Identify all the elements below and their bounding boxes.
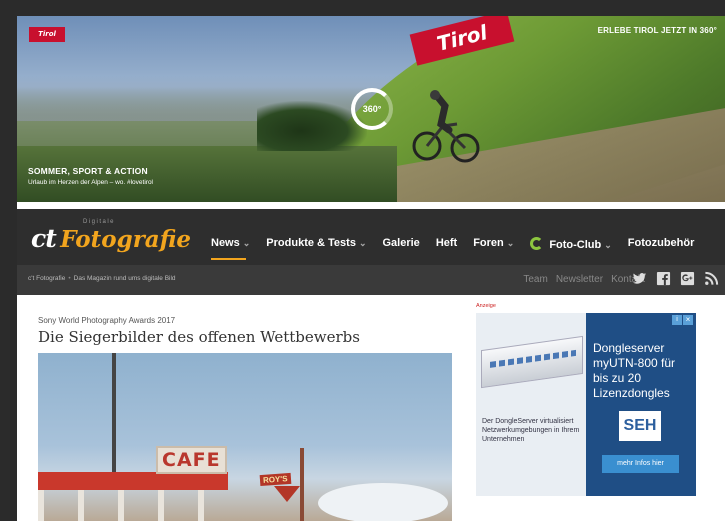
vr-360-icon[interactable]: 360° bbox=[351, 88, 393, 130]
nav-item-heft[interactable]: Heft bbox=[436, 237, 457, 251]
nav-item-label: News bbox=[211, 237, 240, 249]
newsletter-link[interactable]: Newsletter bbox=[556, 274, 603, 285]
image-roys-sign: ROY'S bbox=[259, 472, 291, 487]
nav-menu: News ⌄ Produkte & Tests ⌄ Galerie Heft For… bbox=[211, 237, 710, 260]
rss-icon[interactable] bbox=[704, 271, 719, 286]
nav-item-label: Produkte & Tests bbox=[266, 237, 356, 249]
banner-cta-text[interactable]: ERLEBE TIROL JETZT IN 360° bbox=[598, 26, 717, 35]
page-top-edge bbox=[0, 0, 725, 16]
logo-digitale: Digitale bbox=[83, 219, 116, 225]
nav-item-galerie[interactable]: Galerie bbox=[383, 237, 420, 251]
nav-item-label: Foren bbox=[473, 237, 504, 249]
logo-ct: ct bbox=[31, 224, 57, 253]
image-sign-pole bbox=[300, 448, 304, 521]
chevron-down-icon: ⌄ bbox=[604, 240, 612, 250]
ad-description: Der DongleServer virtualisiert Netzwerku… bbox=[482, 418, 580, 443]
chevron-down-icon: ⌄ bbox=[506, 238, 515, 248]
image-gas-station-posts bbox=[38, 490, 228, 521]
image-pole bbox=[112, 353, 116, 483]
secondary-bar: c't Fotografie • Das Magazin rund ums digi… bbox=[17, 265, 725, 295]
ad-label: Anzeige bbox=[476, 303, 496, 309]
chevron-down-icon: ⌄ bbox=[358, 238, 367, 248]
team-link[interactable]: Team bbox=[523, 274, 547, 285]
banner-headline: SOMMER, SPORT & ACTION bbox=[28, 166, 148, 176]
ad-close-icon[interactable]: × bbox=[683, 315, 693, 325]
device-ports bbox=[490, 349, 576, 368]
mountain-biker-illustration bbox=[412, 90, 480, 163]
meta-links: Team Newsletter Kontakt bbox=[523, 274, 645, 285]
foto-club-logo-icon bbox=[530, 237, 544, 250]
ad-product-panel: Der DongleServer virtualisiert Netzwerku… bbox=[476, 313, 586, 496]
nav-item-fotozubehoer[interactable]: Fotozubehör bbox=[628, 237, 695, 251]
vr-360-label: 360° bbox=[362, 104, 382, 114]
tirol-logo: Tirol bbox=[29, 27, 65, 42]
google-plus-icon[interactable] bbox=[680, 271, 695, 286]
breadcrumb: c't Fotografie • Das Magazin rund ums digi… bbox=[28, 275, 176, 282]
nav-item-news[interactable]: News ⌄ bbox=[211, 237, 251, 260]
article-hero-image[interactable]: CAFE ROY'S bbox=[38, 353, 452, 521]
breadcrumb-separator: • bbox=[68, 275, 71, 282]
nav-item-label: Heft bbox=[435, 237, 458, 249]
seh-logo: SEH bbox=[619, 411, 661, 441]
ad-headline: Dongleserver myUTN-800 für bis zu 20 Liz… bbox=[593, 341, 676, 400]
ad-info-icon[interactable]: i bbox=[672, 315, 682, 325]
article-title[interactable]: Die Siegerbilder des offenen Wettbewerbs bbox=[38, 328, 452, 346]
twitter-icon[interactable] bbox=[632, 271, 647, 286]
dongleserver-device-image bbox=[481, 335, 583, 389]
image-arrow-sign bbox=[274, 486, 300, 502]
page-left-edge bbox=[0, 0, 17, 521]
breadcrumb-home-link[interactable]: c't Fotografie bbox=[28, 275, 65, 282]
main-navbar: Digitale ct Fotografie News ⌄ Produkte & … bbox=[17, 209, 725, 265]
image-cloud bbox=[318, 483, 448, 521]
nav-item-label: Fotozubehör bbox=[627, 237, 695, 249]
browser-viewport: Tirol Tirol ERLEBE TIROL JETZT IN 360° 3… bbox=[0, 0, 725, 521]
logo-fotografie: Fotografie bbox=[60, 226, 192, 253]
nav-item-foren[interactable]: Foren ⌄ bbox=[473, 237, 514, 251]
banner-subline: Urlaub im Herzen der Alpen – wo. #loveti… bbox=[28, 179, 154, 186]
ad-more-info-button[interactable]: mehr Infos hier bbox=[602, 455, 679, 473]
image-cafe-sign: CAFE bbox=[156, 446, 227, 474]
nav-item-produkte-tests[interactable]: Produkte & Tests ⌄ bbox=[266, 237, 366, 251]
breadcrumb-tagline: Das Magazin rund ums digitale Bild bbox=[73, 275, 176, 282]
article-kicker: Sony World Photography Awards 2017 bbox=[38, 316, 176, 325]
tirol-banner-ad[interactable]: Tirol Tirol ERLEBE TIROL JETZT IN 360° 3… bbox=[17, 16, 725, 202]
nav-item-label: Galerie bbox=[382, 237, 420, 249]
dongleserver-ad[interactable]: Der DongleServer virtualisiert Netzwerku… bbox=[476, 313, 696, 496]
nav-item-label: Foto-Club bbox=[549, 239, 602, 251]
nav-item-foto-club[interactable]: Foto-Club ⌄ bbox=[530, 237, 612, 251]
image-gas-station-roof bbox=[38, 472, 228, 490]
chevron-down-icon: ⌄ bbox=[242, 238, 251, 248]
featured-article: Sony World Photography Awards 2017 Die S… bbox=[38, 316, 452, 346]
social-icons bbox=[632, 271, 719, 286]
facebook-icon[interactable] bbox=[656, 271, 671, 286]
site-logo[interactable]: Digitale ct Fotografie bbox=[31, 219, 192, 253]
